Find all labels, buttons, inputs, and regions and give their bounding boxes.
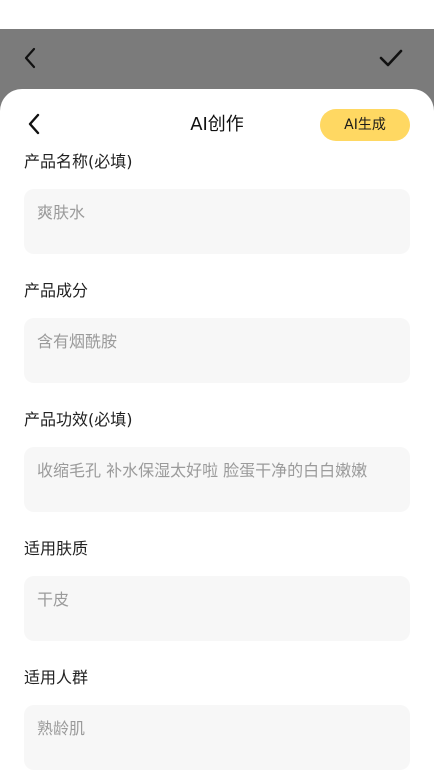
chevron-left-icon bbox=[24, 47, 36, 69]
skin-type-label: 适用肤质 bbox=[24, 539, 89, 558]
skin-type-value: 干皮 bbox=[37, 590, 70, 609]
product-ingredients-input[interactable]: 含有烟酰胺 bbox=[24, 318, 410, 383]
target-audience-label: 适用人群 bbox=[24, 668, 89, 687]
target-audience-input[interactable]: 熟龄肌 bbox=[24, 705, 410, 770]
background-confirm-button[interactable] bbox=[376, 44, 406, 72]
product-name-label: 产品名称(必填) bbox=[24, 152, 133, 171]
product-effects-value: 收缩毛孔 补水保湿太好啦 脸蛋干净的白白嫩嫩 bbox=[37, 461, 368, 480]
product-name-input[interactable]: 爽肤水 bbox=[24, 189, 410, 254]
background-back-button[interactable] bbox=[16, 44, 44, 72]
ai-generate-button[interactable]: AI生成 bbox=[320, 109, 410, 141]
product-ingredients-label: 产品成分 bbox=[24, 281, 89, 300]
status-area bbox=[0, 0, 434, 29]
target-audience-value: 熟龄肌 bbox=[37, 719, 86, 738]
product-effects-input[interactable]: 收缩毛孔 补水保湿太好啦 脸蛋干净的白白嫩嫩 bbox=[24, 447, 410, 512]
product-ingredients-value: 含有烟酰胺 bbox=[37, 332, 118, 351]
sheet-header: AI创作 AI生成 bbox=[0, 89, 434, 149]
product-name-value: 爽肤水 bbox=[37, 203, 86, 222]
check-icon bbox=[379, 49, 403, 67]
skin-type-input[interactable]: 干皮 bbox=[24, 576, 410, 641]
product-effects-label: 产品功效(必填) bbox=[24, 410, 133, 429]
ai-creation-sheet: AI创作 AI生成 产品名称(必填) 爽肤水 产品成分 含有烟酰胺 产品功效(必… bbox=[0, 89, 434, 771]
